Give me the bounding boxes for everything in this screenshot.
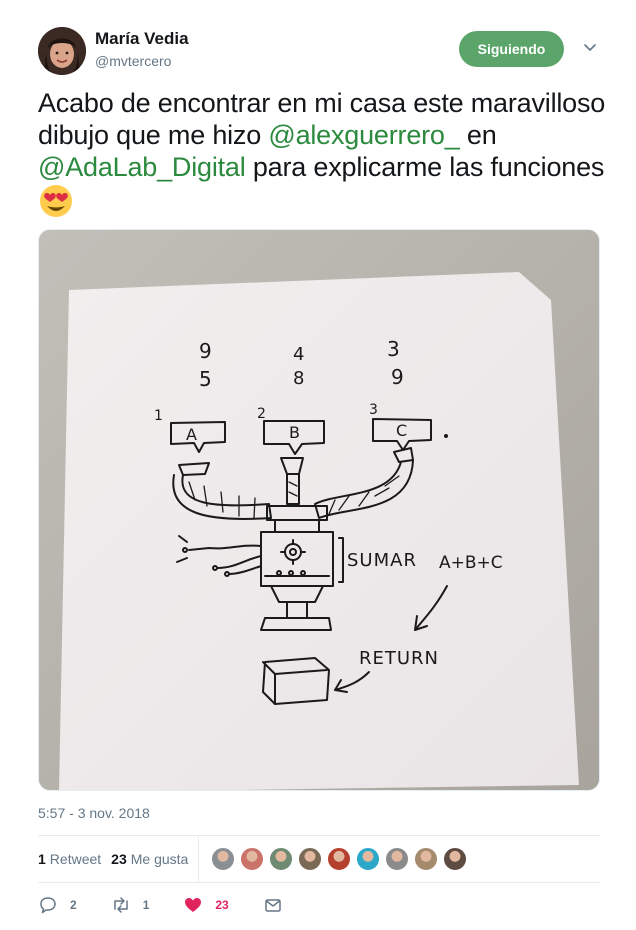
retweet-stat[interactable]: 1 Retweet <box>38 851 101 867</box>
tweet-text-part: para explicarme las funciones <box>245 152 605 182</box>
liker-avatar[interactable] <box>356 847 381 871</box>
drawing-number: 9 <box>391 365 404 389</box>
retweet-stat-count: 1 <box>38 851 46 867</box>
drawing-number: 4 <box>293 344 304 365</box>
liker-avatar[interactable] <box>327 847 352 871</box>
like-button[interactable]: 23 <box>183 895 229 915</box>
reply-count: 2 <box>70 898 77 912</box>
drawing-index: 2 <box>257 406 266 422</box>
tweet-text: Acabo de encontrar en mi casa este marav… <box>38 87 608 220</box>
tweet-photo[interactable]: 9 5 4 8 3 9 1 2 3 A B C SUMAR A+B+C RETU… <box>38 229 600 791</box>
following-button[interactable]: Siguiendo <box>459 31 564 67</box>
like-stat[interactable]: 23 Me gusta <box>111 851 188 867</box>
liker-avatar[interactable] <box>211 847 236 871</box>
mention-link[interactable]: @alexguerrero_ <box>268 120 459 150</box>
author-avatar[interactable] <box>38 27 86 75</box>
tweet-header: María Vedia @mvtercero Siguiendo <box>38 27 600 77</box>
drawing-index: 3 <box>369 402 378 418</box>
drawing-number: 3 <box>387 337 400 361</box>
drawing-number: 9 <box>199 339 212 363</box>
return-label: RETURN <box>359 648 439 669</box>
retweet-count: 1 <box>142 898 150 912</box>
tweet-timestamp[interactable]: 5:57 - 3 nov. 2018 <box>38 805 150 821</box>
param-label: B <box>289 423 300 442</box>
divider <box>38 882 600 883</box>
divider <box>198 836 200 882</box>
liker-avatar[interactable] <box>385 847 410 871</box>
heart-icon <box>185 898 202 912</box>
author-handle[interactable]: @mvtercero <box>95 53 171 69</box>
liker-avatar[interactable] <box>269 847 294 871</box>
formula-label: A+B+C <box>439 553 503 573</box>
sumar-label: SUMAR <box>347 550 417 571</box>
author-name[interactable]: María Vedia <box>95 29 189 49</box>
like-stat-label: Me gusta <box>130 851 189 867</box>
drawing-number: 5 <box>199 367 212 391</box>
tweet-text-part: en <box>459 120 497 150</box>
drawing-index: 1 <box>154 408 163 424</box>
liker-avatar[interactable] <box>240 847 265 871</box>
param-label: C <box>396 421 407 440</box>
like-stat-count: 23 <box>111 851 127 867</box>
retweet-button[interactable]: 1 <box>111 895 150 915</box>
liker-avatar[interactable] <box>298 847 323 871</box>
heart-eyes-emoji-icon <box>40 185 72 217</box>
tweet-stats: 1 Retweet 23 Me gusta <box>38 836 600 882</box>
param-label: A <box>186 425 197 444</box>
drawing-number: 8 <box>293 368 304 389</box>
liker-avatars <box>211 847 472 871</box>
envelope-icon <box>264 899 281 912</box>
retweet-icon <box>113 897 128 913</box>
liker-avatar[interactable] <box>414 847 439 871</box>
retweet-stat-label: Retweet <box>49 851 102 867</box>
like-count: 23 <box>215 898 229 912</box>
chevron-down-icon[interactable] <box>582 39 598 55</box>
reply-icon <box>40 897 56 914</box>
direct-message-button[interactable] <box>263 895 283 915</box>
reply-button[interactable]: 2 <box>38 895 77 915</box>
tweet-actions: 2 1 23 <box>38 893 600 917</box>
mention-link[interactable]: @AdaLab_Digital <box>38 152 246 182</box>
liker-avatar[interactable] <box>443 847 468 871</box>
